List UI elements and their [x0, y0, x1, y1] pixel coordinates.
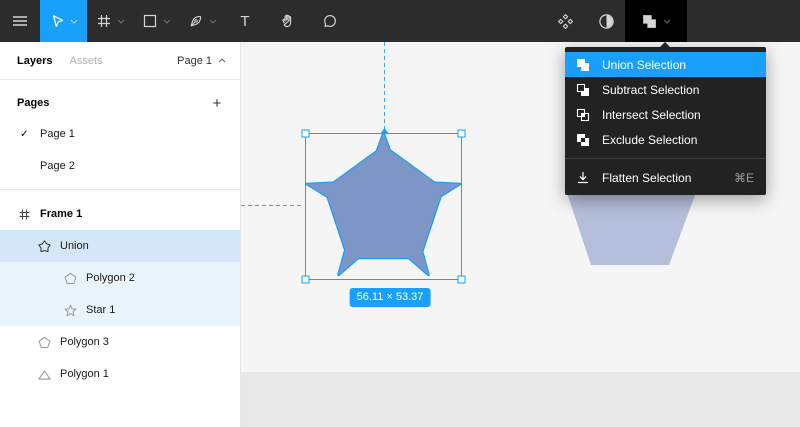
- page-label: Page 2: [40, 160, 75, 172]
- mask-icon: [598, 13, 614, 29]
- sidebar-header: Layers Assets Page 1: [0, 42, 240, 80]
- flatten-icon: [575, 170, 591, 186]
- layer-label: Polygon 3: [60, 336, 109, 348]
- move-cursor-icon: [52, 15, 64, 27]
- component-icon: [557, 13, 573, 29]
- move-tool-button[interactable]: [40, 0, 87, 42]
- pages-section: Pages + ✓ Page 1 Page 2: [0, 88, 240, 190]
- selection-handle-bottom-right[interactable]: [457, 275, 466, 284]
- pentagon-icon: [38, 336, 51, 349]
- menu-item-union-selection[interactable]: Union Selection: [565, 52, 766, 77]
- hand-icon: [281, 14, 291, 28]
- left-sidebar: Layers Assets Page 1 Pages + ✓ Page 1 Pa…: [0, 42, 241, 427]
- intersect-boolean-icon: [575, 107, 591, 123]
- union-shape[interactable]: [305, 131, 462, 277]
- layer-row-star-1[interactable]: Star 1: [0, 294, 240, 326]
- page-row-page-2[interactable]: Page 2: [0, 150, 240, 182]
- chevron-down-icon: [209, 19, 216, 24]
- boolean-ops-menu: Union Selection Subtract Selection Inter…: [565, 42, 766, 195]
- exclude-boolean-icon: [575, 132, 591, 148]
- tab-assets[interactable]: Assets: [69, 55, 102, 67]
- hand-tool-button[interactable]: [265, 0, 308, 42]
- page-selector-label: Page 1: [177, 54, 212, 67]
- pages-section-title: Pages: [17, 97, 50, 109]
- canvas[interactable]: 56.11 × 53.37 Union Selection Subtract S…: [241, 42, 800, 427]
- selection-handle-top-right[interactable]: [457, 129, 466, 138]
- chevron-up-icon: [218, 58, 226, 63]
- text-tool-icon: T: [240, 12, 250, 30]
- layer-label: Star 1: [86, 304, 116, 316]
- layer-row-polygon-3[interactable]: Polygon 3: [0, 326, 240, 358]
- layer-label: Frame 1: [40, 208, 83, 220]
- shape-tool-button[interactable]: [133, 0, 179, 42]
- hamburger-icon: [13, 16, 27, 26]
- dimension-badge: 56.11 × 53.37: [349, 288, 431, 307]
- menu-item-exclude-selection[interactable]: Exclude Selection: [565, 127, 766, 152]
- selection-handle-bottom-left[interactable]: [301, 275, 310, 284]
- subtract-boolean-icon: [575, 82, 591, 98]
- tab-layers[interactable]: Layers: [17, 55, 52, 67]
- layer-row-polygon-2[interactable]: Polygon 2: [0, 262, 240, 294]
- menu-item-subtract-selection[interactable]: Subtract Selection: [565, 77, 766, 102]
- star-icon: [64, 304, 77, 317]
- frame-icon: [18, 208, 31, 221]
- triangle-icon: [38, 368, 51, 381]
- menu-item-label: Intersect Selection: [602, 107, 701, 122]
- chevron-down-icon: [663, 19, 671, 24]
- layer-label: Union: [60, 240, 89, 252]
- component-tool-button[interactable]: [543, 0, 587, 42]
- menu-separator: [565, 158, 766, 159]
- pen-tool-button[interactable]: [179, 0, 225, 42]
- frame-icon: [97, 15, 110, 27]
- pen-icon: [190, 15, 201, 27]
- boolean-ops-button[interactable]: [625, 0, 687, 42]
- check-icon: ✓: [20, 128, 29, 140]
- menu-item-intersect-selection[interactable]: Intersect Selection: [565, 102, 766, 127]
- rectangle-icon: [143, 14, 156, 28]
- layer-label: Polygon 1: [60, 368, 109, 380]
- menu-item-label: Union Selection: [602, 57, 687, 72]
- page-label: Page 1: [40, 128, 75, 140]
- menu-item-flatten-selection[interactable]: Flatten Selection ⌘E: [565, 165, 766, 190]
- layers-panel: Frame 1 Union Polygon 2 Star 1 Polygon 3: [0, 190, 240, 390]
- main-menu-button[interactable]: [0, 0, 40, 42]
- union-boolean-icon: [575, 57, 591, 73]
- add-page-button[interactable]: +: [208, 95, 226, 112]
- layer-row-polygon-1[interactable]: Polygon 1: [0, 358, 240, 390]
- comment-bubble-icon: [324, 15, 336, 27]
- chevron-down-icon: [163, 19, 170, 24]
- text-tool-button[interactable]: T: [225, 0, 265, 42]
- frame-tool-button[interactable]: [87, 0, 133, 42]
- layer-row-frame-1[interactable]: Frame 1: [0, 198, 240, 230]
- toolbar: T: [0, 0, 800, 42]
- menu-item-shortcut: ⌘E: [733, 170, 754, 185]
- layer-label: Polygon 2: [86, 272, 135, 284]
- pentagon-icon: [64, 272, 77, 285]
- comment-tool-button[interactable]: [308, 0, 352, 42]
- menu-item-label: Exclude Selection: [602, 132, 698, 147]
- layer-row-union[interactable]: Union: [0, 230, 240, 262]
- chevron-down-icon: [117, 19, 124, 24]
- guide-arrow: [380, 128, 389, 134]
- menu-caret: [660, 42, 670, 47]
- chevron-down-icon: [70, 19, 78, 24]
- mask-tool-button[interactable]: [587, 0, 625, 42]
- menu-item-label: Flatten Selection: [602, 170, 692, 185]
- union-shape-icon: [38, 239, 51, 253]
- page-selector[interactable]: Page 1: [177, 55, 226, 67]
- page-row-page-1[interactable]: ✓ Page 1: [0, 118, 240, 150]
- polygon-shape-light[interactable]: [566, 190, 697, 265]
- menu-item-label: Subtract Selection: [602, 82, 700, 97]
- selection-handle-top-left[interactable]: [301, 129, 310, 138]
- union-boolean-icon: [643, 14, 656, 28]
